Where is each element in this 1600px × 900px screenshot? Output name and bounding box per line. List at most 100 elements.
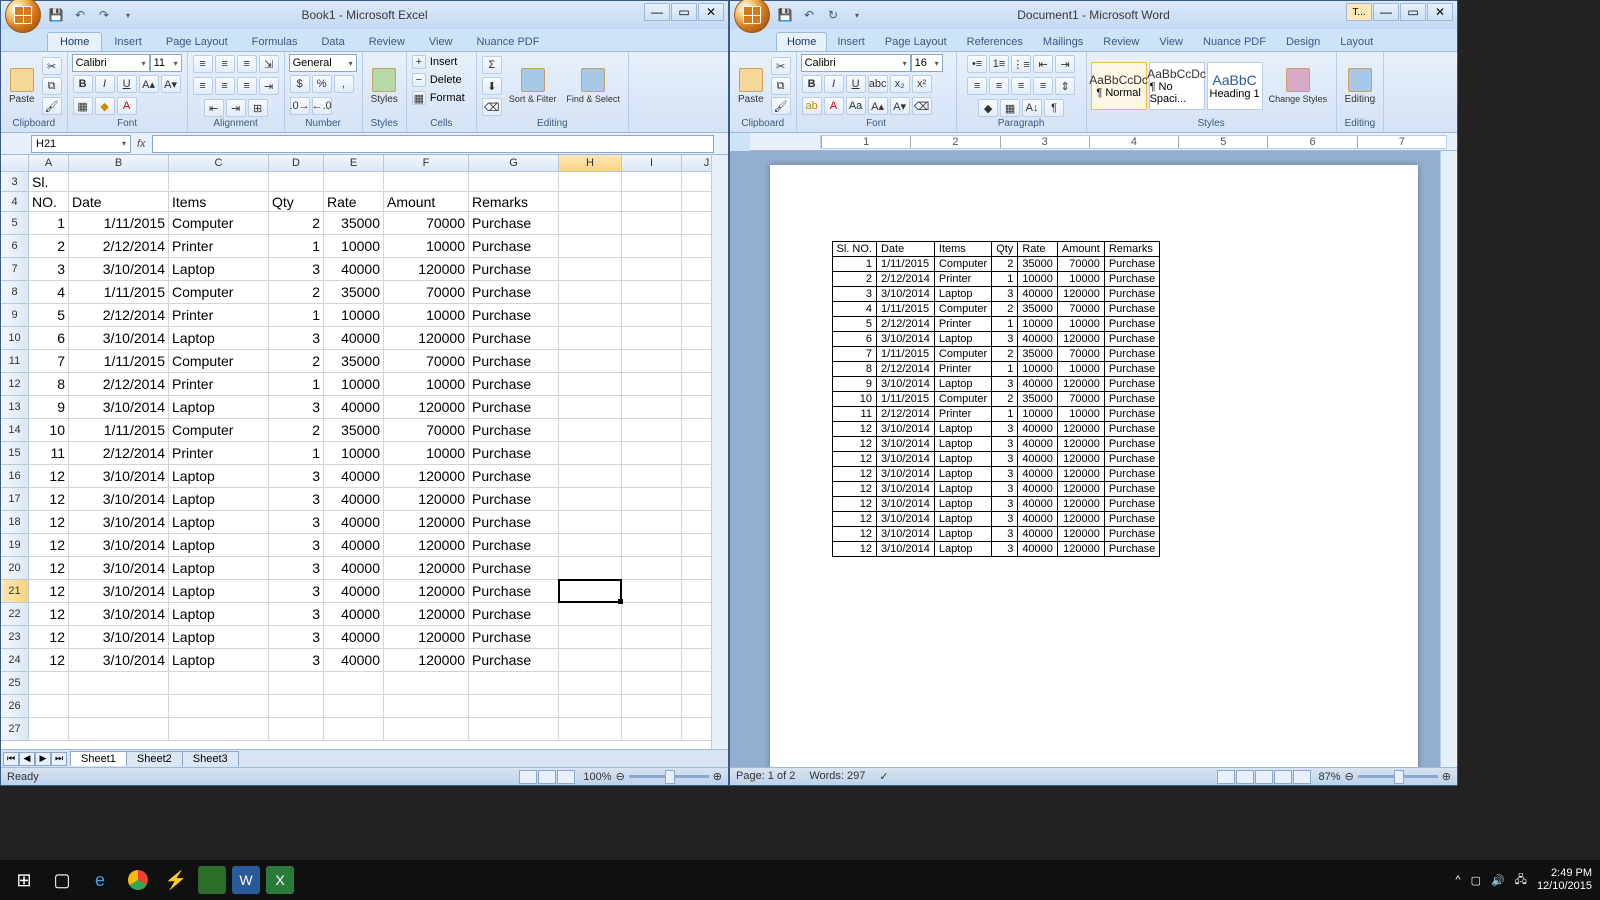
table-row[interactable]: 82/12/2014Printer11000010000Purchase: [832, 362, 1160, 377]
table-cell[interactable]: 12: [832, 527, 876, 542]
cell-D22[interactable]: 3: [269, 603, 324, 626]
table-cell[interactable]: Laptop: [934, 512, 991, 527]
font-name-combo[interactable]: Calibri▾: [801, 54, 911, 72]
align-center[interactable]: ≡: [989, 77, 1009, 95]
cell-C9[interactable]: Printer: [169, 304, 269, 327]
tray-action-center-icon[interactable]: ▢: [1471, 874, 1481, 887]
office-button[interactable]: [734, 0, 770, 33]
save-icon[interactable]: 💾: [776, 6, 794, 24]
office-button[interactable]: [5, 0, 41, 33]
cell-F3[interactable]: [384, 172, 469, 192]
cell-G20[interactable]: Purchase: [469, 557, 559, 580]
horizontal-ruler[interactable]: 1234567: [750, 133, 1457, 151]
qat-customize-icon[interactable]: ▾: [848, 6, 866, 24]
table-row[interactable]: 41/11/2015Computer23500070000Purchase: [832, 302, 1160, 317]
table-cell[interactable]: Printer: [934, 272, 991, 287]
cell-G13[interactable]: Purchase: [469, 396, 559, 419]
table-cell[interactable]: Laptop: [934, 377, 991, 392]
table-cell[interactable]: 40000: [1018, 287, 1058, 302]
cell-E26[interactable]: [324, 695, 384, 718]
cell-I24[interactable]: [622, 649, 682, 672]
table-cell[interactable]: 3: [992, 287, 1018, 302]
cell-I23[interactable]: [622, 626, 682, 649]
cell-I17[interactable]: [622, 488, 682, 511]
row-header-7[interactable]: 7: [1, 258, 29, 281]
cell-I26[interactable]: [622, 695, 682, 718]
table-cell[interactable]: Purchase: [1104, 347, 1159, 362]
percent-button[interactable]: %: [312, 75, 332, 93]
copy-button[interactable]: ⧉: [42, 77, 62, 95]
merge-button[interactable]: ⊞: [248, 99, 268, 117]
table-cell[interactable]: 1: [992, 407, 1018, 422]
table-row[interactable]: 33/10/2014Laptop340000120000Purchase: [832, 287, 1160, 302]
table-row[interactable]: 123/10/2014Laptop340000120000Purchase: [832, 422, 1160, 437]
table-header[interactable]: Rate: [1018, 242, 1058, 257]
cell-C22[interactable]: Laptop: [169, 603, 269, 626]
table-cell[interactable]: Printer: [934, 362, 991, 377]
table-row[interactable]: 22/12/2014Printer11000010000Purchase: [832, 272, 1160, 287]
cell-E17[interactable]: 40000: [324, 488, 384, 511]
table-cell[interactable]: Printer: [934, 407, 991, 422]
indent-inc[interactable]: ⇥: [226, 99, 246, 117]
cell-D15[interactable]: 1: [269, 442, 324, 465]
table-cell[interactable]: 1/11/2015: [876, 347, 934, 362]
chrome-icon[interactable]: [122, 864, 154, 896]
table-cell[interactable]: 3: [992, 452, 1018, 467]
qat-customize-icon[interactable]: ▾: [119, 6, 137, 24]
format-painter-button[interactable]: 🖌: [771, 97, 791, 115]
sheet-nav-last[interactable]: ⏭: [51, 752, 67, 766]
cell-F4[interactable]: Amount: [384, 192, 469, 212]
table-cell[interactable]: 10000: [1018, 407, 1058, 422]
sheet-nav-first[interactable]: ⏮: [3, 752, 19, 766]
cell-H18[interactable]: [559, 511, 622, 534]
table-cell[interactable]: 35000: [1018, 257, 1058, 272]
table-cell[interactable]: Purchase: [1104, 392, 1159, 407]
styles-gallery[interactable]: AaBbCcDc¶ Normal AaBbCcDc¶ No Spaci... A…: [1091, 62, 1263, 110]
cell-A23[interactable]: 12: [29, 626, 69, 649]
cell-E6[interactable]: 10000: [324, 235, 384, 258]
table-header[interactable]: Amount: [1057, 242, 1104, 257]
col-header-C[interactable]: C: [169, 155, 269, 172]
table-cell[interactable]: 3/10/2014: [876, 332, 934, 347]
select-all-corner[interactable]: [1, 155, 29, 172]
table-cell[interactable]: 120000: [1057, 377, 1104, 392]
cell-D9[interactable]: 1: [269, 304, 324, 327]
view-outline[interactable]: [1274, 770, 1292, 784]
cell-A8[interactable]: 4: [29, 281, 69, 304]
zoom-in[interactable]: ⊕: [713, 770, 722, 783]
zoom-out[interactable]: ⊖: [616, 770, 625, 783]
table-cell[interactable]: 10000: [1057, 362, 1104, 377]
table-cell[interactable]: 10000: [1057, 407, 1104, 422]
sheet-nav-next[interactable]: ▶: [35, 752, 51, 766]
cell-B6[interactable]: 2/12/2014: [69, 235, 169, 258]
underline-button[interactable]: U: [117, 75, 137, 93]
windows-taskbar[interactable]: ⊞ ▢ e ⚡ W X ^ ▢ 🔊 🖧 2:49 PM 12/10/2015: [0, 860, 1600, 900]
col-header-A[interactable]: A: [29, 155, 69, 172]
tray-network-icon[interactable]: 🖧: [1515, 871, 1527, 890]
table-cell[interactable]: 70000: [1057, 347, 1104, 362]
table-cell[interactable]: 3/10/2014: [876, 422, 934, 437]
table-cell[interactable]: 2/12/2014: [876, 272, 934, 287]
cell-F7[interactable]: 120000: [384, 258, 469, 281]
row-header-5[interactable]: 5: [1, 212, 29, 235]
cell-B22[interactable]: 3/10/2014: [69, 603, 169, 626]
table-cell[interactable]: 35000: [1018, 302, 1058, 317]
table-cell[interactable]: 40000: [1018, 542, 1058, 557]
cell-A3[interactable]: Sl.: [29, 172, 69, 192]
font-size-combo[interactable]: 11▾: [150, 54, 182, 72]
table-header[interactable]: Qty: [992, 242, 1018, 257]
paste-button[interactable]: Paste: [5, 66, 39, 107]
table-cell[interactable]: 10000: [1018, 317, 1058, 332]
cell-B14[interactable]: 1/11/2015: [69, 419, 169, 442]
table-row[interactable]: 123/10/2014Laptop340000120000Purchase: [832, 467, 1160, 482]
tab-insert[interactable]: Insert: [827, 33, 875, 51]
cell-H10[interactable]: [559, 327, 622, 350]
cell-I3[interactable]: [622, 172, 682, 192]
cell-B27[interactable]: [69, 718, 169, 741]
autosum-button[interactable]: Σ: [482, 56, 502, 74]
paste-button[interactable]: Paste: [734, 66, 768, 107]
cell-G21[interactable]: Purchase: [469, 580, 559, 603]
cut-button[interactable]: ✂: [771, 57, 791, 75]
cell-E24[interactable]: 40000: [324, 649, 384, 672]
table-cell[interactable]: 1: [992, 272, 1018, 287]
